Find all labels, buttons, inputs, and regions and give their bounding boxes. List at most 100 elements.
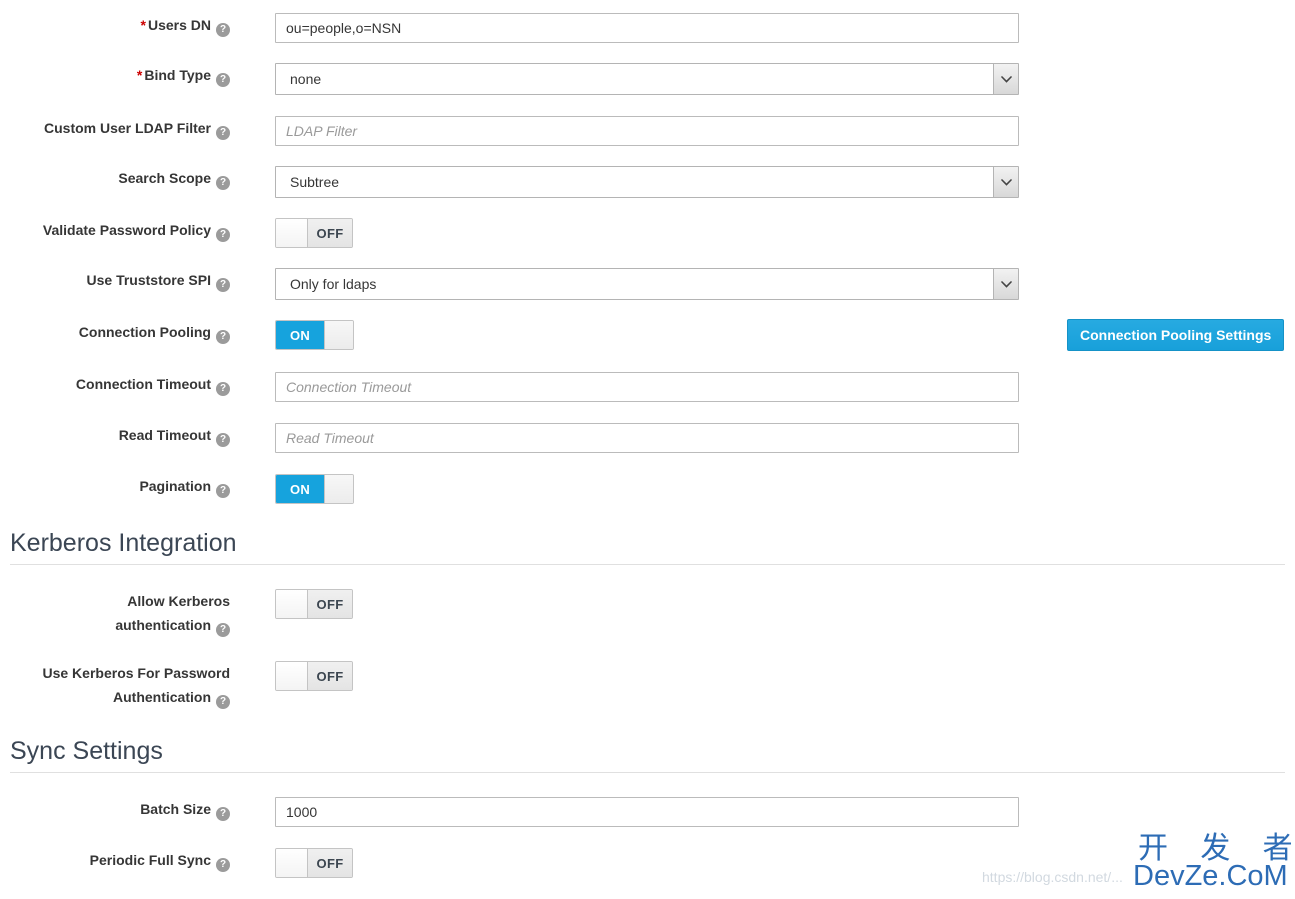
label-text: Users DN	[147, 17, 211, 33]
users-dn-input[interactable]	[275, 13, 1019, 43]
connection-pooling-settings-button[interactable]: Connection Pooling Settings	[1067, 319, 1285, 351]
field-control-validate-password-policy: OFF	[230, 218, 1295, 250]
chevron-down-icon[interactable]	[993, 269, 1018, 299]
help-circle-icon[interactable]: ?	[216, 73, 230, 87]
label-line: Connection Pooling?	[0, 320, 230, 344]
label-text: Use Truststore SPI	[86, 272, 212, 288]
field-label-use-truststore-spi: Use Truststore SPI?	[0, 268, 230, 292]
form-row-use-truststore-spi: Use Truststore SPI? Only for ldaps	[0, 268, 1295, 303]
use-truststore-spi-selected-value: Only for ldaps	[275, 268, 1019, 300]
help-circle-icon[interactable]: ?	[216, 228, 230, 242]
use-kerberos-for-password-authentication-toggle[interactable]: OFF	[275, 661, 353, 691]
batch-size-input[interactable]	[275, 797, 1019, 827]
help-circle-icon[interactable]: ?	[216, 623, 230, 637]
label-text: Connection Timeout	[75, 376, 211, 392]
field-label-use-kerberos-for-password-authentication: Use Kerberos For Password Authentication?	[0, 661, 230, 709]
field-control-users-dn	[230, 13, 1295, 43]
periodic-full-sync-toggle[interactable]: OFF	[275, 848, 353, 878]
label-line: Allow Kerberos	[0, 589, 230, 613]
toggle-handle[interactable]	[276, 662, 308, 690]
label-text: authentication	[115, 617, 211, 633]
field-label-connection-pooling: Connection Pooling?	[0, 320, 230, 344]
field-label-bind-type: * Bind Type?	[0, 63, 230, 87]
help-circle-icon[interactable]: ?	[216, 382, 230, 396]
field-control-pagination: ON	[230, 474, 1295, 504]
field-label-connection-timeout: Connection Timeout?	[0, 372, 230, 396]
connection-pooling-toggle[interactable]: ON	[275, 320, 354, 350]
read-timeout-input[interactable]	[275, 423, 1019, 453]
field-label-validate-password-policy: Validate Password Policy?	[0, 218, 230, 242]
bind-type-select[interactable]: none	[275, 63, 1019, 95]
field-control-search-scope: Subtree	[230, 166, 1295, 201]
allow-kerberos-authentication-toggle[interactable]: OFF	[275, 589, 353, 619]
label-line: Connection Timeout?	[0, 372, 230, 396]
section-divider	[10, 564, 1285, 565]
help-circle-icon[interactable]: ?	[216, 858, 230, 872]
toggle-state-label: OFF	[308, 590, 352, 618]
pagination-toggle[interactable]: ON	[275, 474, 354, 504]
label-line: Use Kerberos For Password	[0, 661, 230, 685]
label-text: Pagination	[139, 478, 211, 494]
toggle-handle[interactable]	[324, 475, 353, 503]
label-text: Bind Type	[144, 67, 211, 83]
help-circle-icon[interactable]: ?	[216, 433, 230, 447]
field-label-pagination: Pagination?	[0, 474, 230, 498]
help-circle-icon[interactable]: ?	[216, 695, 230, 709]
search-scope-select[interactable]: Subtree	[275, 166, 1019, 198]
field-control-use-kerberos-for-password-authentication: OFF	[230, 661, 1295, 693]
use-truststore-spi-select[interactable]: Only for ldaps	[275, 268, 1019, 300]
help-circle-icon[interactable]: ?	[216, 23, 230, 37]
label-line: Authentication?	[0, 685, 230, 709]
field-label-read-timeout: Read Timeout?	[0, 423, 230, 447]
field-label-search-scope: Search Scope?	[0, 166, 230, 190]
field-label-batch-size: Batch Size?	[0, 797, 230, 821]
toggle-handle[interactable]	[276, 590, 308, 618]
validate-password-policy-toggle[interactable]: OFF	[275, 218, 353, 248]
form-row-search-scope: Search Scope? Subtree	[0, 166, 1295, 201]
toggle-state-label: ON	[276, 475, 324, 503]
help-circle-icon[interactable]: ?	[216, 484, 230, 498]
field-control-use-truststore-spi: Only for ldaps	[230, 268, 1295, 303]
chevron-down-icon[interactable]	[993, 167, 1018, 197]
field-label-users-dn: * Users DN?	[0, 13, 230, 37]
form-row-bind-type: * Bind Type? none	[0, 63, 1295, 98]
watermark-brand-en: DevZe.CoM	[1133, 860, 1288, 892]
field-control-custom-user-ldap-filter	[230, 116, 1295, 146]
form-row-validate-password-policy: Validate Password Policy? OFF	[0, 218, 1295, 250]
form-row-batch-size: Batch Size?	[0, 797, 1295, 827]
form-row-use-kerberos-for-password-authentication: Use Kerberos For Password Authentication?…	[0, 661, 1295, 709]
required-asterisk: *	[140, 17, 146, 33]
label-line: Validate Password Policy?	[0, 218, 230, 242]
help-circle-icon[interactable]: ?	[216, 807, 230, 821]
connection-timeout-input[interactable]	[275, 372, 1019, 402]
form-row-custom-user-ldap-filter: Custom User LDAP Filter?	[0, 116, 1295, 146]
toggle-handle[interactable]	[276, 219, 308, 247]
form-row-read-timeout: Read Timeout?	[0, 423, 1295, 453]
label-text: Connection Pooling	[78, 324, 211, 340]
form-row-allow-kerberos-authentication: Allow Kerberos authentication? OFF	[0, 589, 1295, 637]
section-title: Kerberos Integration	[10, 529, 237, 557]
toggle-handle[interactable]	[324, 321, 353, 349]
help-circle-icon[interactable]: ?	[216, 330, 230, 344]
search-scope-selected-value: Subtree	[275, 166, 1019, 198]
custom-user-ldap-filter-input[interactable]	[275, 116, 1019, 146]
field-control-bind-type: none	[230, 63, 1295, 98]
field-control-batch-size	[230, 797, 1295, 827]
label-text: Batch Size	[140, 801, 211, 817]
form-row-users-dn: * Users DN?	[0, 13, 1295, 43]
toggle-handle[interactable]	[276, 849, 308, 877]
section-kerberos-integration: Kerberos Integration	[0, 528, 1295, 565]
label-text: Validate Password Policy	[42, 222, 211, 238]
chevron-down-icon[interactable]	[993, 64, 1018, 94]
label-line: Search Scope?	[0, 166, 230, 190]
help-circle-icon[interactable]: ?	[216, 176, 230, 190]
field-label-allow-kerberos-authentication: Allow Kerberos authentication?	[0, 589, 230, 637]
label-line: authentication?	[0, 613, 230, 637]
help-circle-icon[interactable]: ?	[216, 126, 230, 140]
label-text: Search Scope	[118, 170, 211, 186]
help-circle-icon[interactable]: ?	[216, 278, 230, 292]
label-line: * Bind Type?	[0, 63, 230, 87]
section-sync-settings: Sync Settings	[0, 736, 1295, 773]
form-row-connection-timeout: Connection Timeout?	[0, 372, 1295, 402]
label-line: Custom User LDAP Filter?	[0, 116, 230, 140]
